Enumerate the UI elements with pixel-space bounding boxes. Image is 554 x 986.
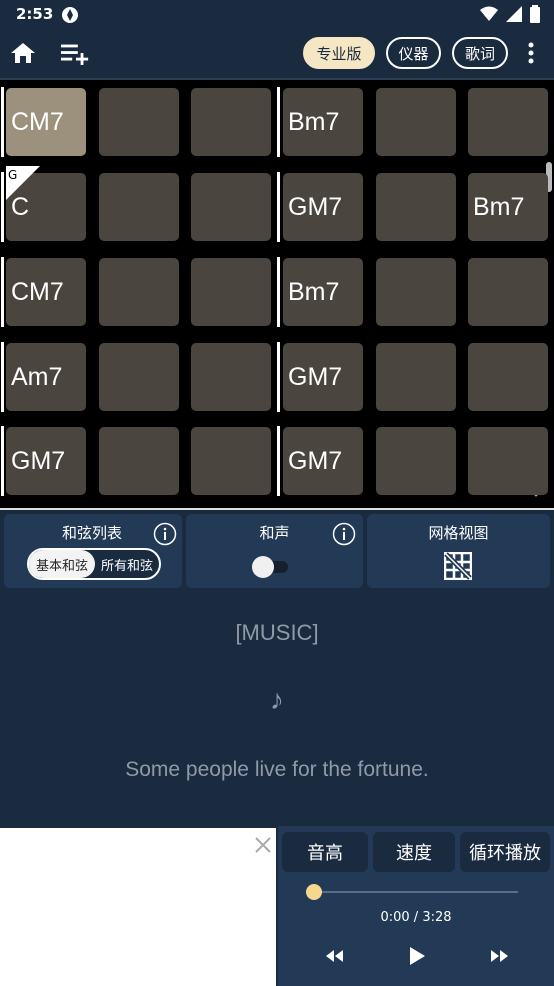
measure-bar-line (1, 257, 4, 327)
close-icon[interactable] (254, 836, 272, 854)
chord-set-toggle[interactable]: 基本和弦 所有和弦 (27, 548, 161, 580)
lyric-section-label: [MUSIC] (235, 620, 319, 645)
playback-time: 0:00 / 3:28 (380, 910, 452, 925)
chord-grid: CM7 Bm7 C GM7 Bm7 CM7 Bm7 Am7 GM7 GM7 GM7 G (0, 78, 554, 508)
chord-cell[interactable] (99, 258, 179, 326)
measure-bar-line (277, 87, 280, 157)
measure-bar-line (277, 172, 280, 242)
chord-cell[interactable] (376, 258, 456, 326)
pro-version-button[interactable]: 专业版 (303, 37, 375, 69)
key-label: G (8, 168, 17, 182)
measure-bar-line (277, 426, 280, 496)
chord-cell[interactable]: GM7 (6, 427, 86, 495)
key-tag: G (6, 166, 40, 200)
lyric-line: Some people live for the fortune. (125, 758, 429, 781)
wifi-icon (480, 6, 498, 21)
measure-bar-line (1, 87, 4, 157)
music-note-icon: ♪ (270, 684, 284, 715)
ad-banner[interactable] (0, 828, 276, 986)
harmony-switch[interactable] (252, 556, 290, 578)
measure-bar-line (1, 172, 4, 242)
chord-cell[interactable] (191, 88, 271, 156)
chord-cell[interactable] (468, 343, 548, 411)
measure-bar-line (277, 257, 280, 327)
home-icon[interactable] (8, 38, 38, 68)
battery-icon (530, 5, 540, 23)
chord-cell[interactable]: GM7 (283, 427, 363, 495)
more-options-icon[interactable] (516, 38, 546, 68)
chord-cell[interactable] (376, 173, 456, 241)
chord-cell[interactable] (191, 427, 271, 495)
lyrics-area: [MUSIC] ♪ Some people live for the fortu… (0, 590, 554, 826)
chord-cell[interactable]: GM7 (283, 343, 363, 411)
info-icon[interactable] (332, 522, 356, 546)
system-icons (480, 5, 540, 23)
bottom-area: 音高 速度 循环播放 0:00 / 3:28 (0, 826, 554, 986)
chord-cell[interactable] (99, 173, 179, 241)
measure-bar-line (1, 342, 4, 412)
play-icon[interactable] (408, 946, 426, 966)
app-notification-icon (62, 7, 78, 23)
chord-cell[interactable] (191, 343, 271, 411)
measure-bar-line (277, 342, 280, 412)
chord-cell[interactable]: Am7 (6, 343, 86, 411)
add-to-playlist-icon[interactable] (60, 38, 90, 68)
grid-view-icon (444, 552, 472, 580)
all-chords-option[interactable]: 所有和弦 (95, 550, 159, 578)
control-panels: 和弦列表 基本和弦 所有和弦 和声 网格视图 (0, 508, 554, 590)
chord-cell[interactable] (99, 343, 179, 411)
chord-cell[interactable]: CM7 (6, 88, 86, 156)
chord-cell[interactable] (468, 258, 548, 326)
fast-forward-icon[interactable] (490, 948, 510, 964)
chord-cell[interactable] (376, 343, 456, 411)
player-panel: 音高 速度 循环播放 0:00 / 3:28 (278, 826, 554, 986)
chord-cell[interactable] (191, 173, 271, 241)
chord-cell[interactable] (99, 88, 179, 156)
chord-list-panel: 和弦列表 基本和弦 所有和弦 (4, 514, 182, 588)
chord-cell[interactable]: Bm7 (283, 258, 363, 326)
chord-cell[interactable] (468, 427, 548, 495)
harmony-panel: 和声 (186, 514, 363, 588)
info-icon[interactable] (153, 522, 177, 546)
status-bar: 2:53 (0, 0, 554, 30)
app-toolbar: 专业版 仪器 歌词 (0, 30, 554, 76)
pitch-button[interactable]: 音高 (282, 832, 368, 872)
signal-icon (506, 6, 522, 22)
chord-cell[interactable] (468, 88, 548, 156)
instrument-button[interactable]: 仪器 (386, 37, 441, 69)
grid-view-title: 网格视图 (428, 524, 489, 542)
loop-button[interactable]: 循环播放 (460, 832, 550, 872)
chord-cell[interactable]: GM7 (283, 173, 363, 241)
measure-bar-line (1, 426, 4, 496)
chord-cell[interactable] (99, 427, 179, 495)
rewind-icon[interactable] (324, 948, 344, 964)
chord-cell[interactable] (376, 88, 456, 156)
chord-cell[interactable] (191, 258, 271, 326)
chord-cell[interactable]: Bm7 (283, 88, 363, 156)
basic-chords-option[interactable]: 基本和弦 (29, 550, 95, 578)
chord-cell[interactable]: CM7 (6, 258, 86, 326)
status-time: 2:53 (16, 5, 54, 23)
chord-cell[interactable]: Bm7 (468, 173, 548, 241)
lyrics-button[interactable]: 歌词 (452, 37, 508, 69)
grid-view-panel[interactable]: 网格视图 (367, 514, 550, 588)
speed-button[interactable]: 速度 (373, 832, 455, 872)
chord-cell[interactable] (376, 427, 456, 495)
